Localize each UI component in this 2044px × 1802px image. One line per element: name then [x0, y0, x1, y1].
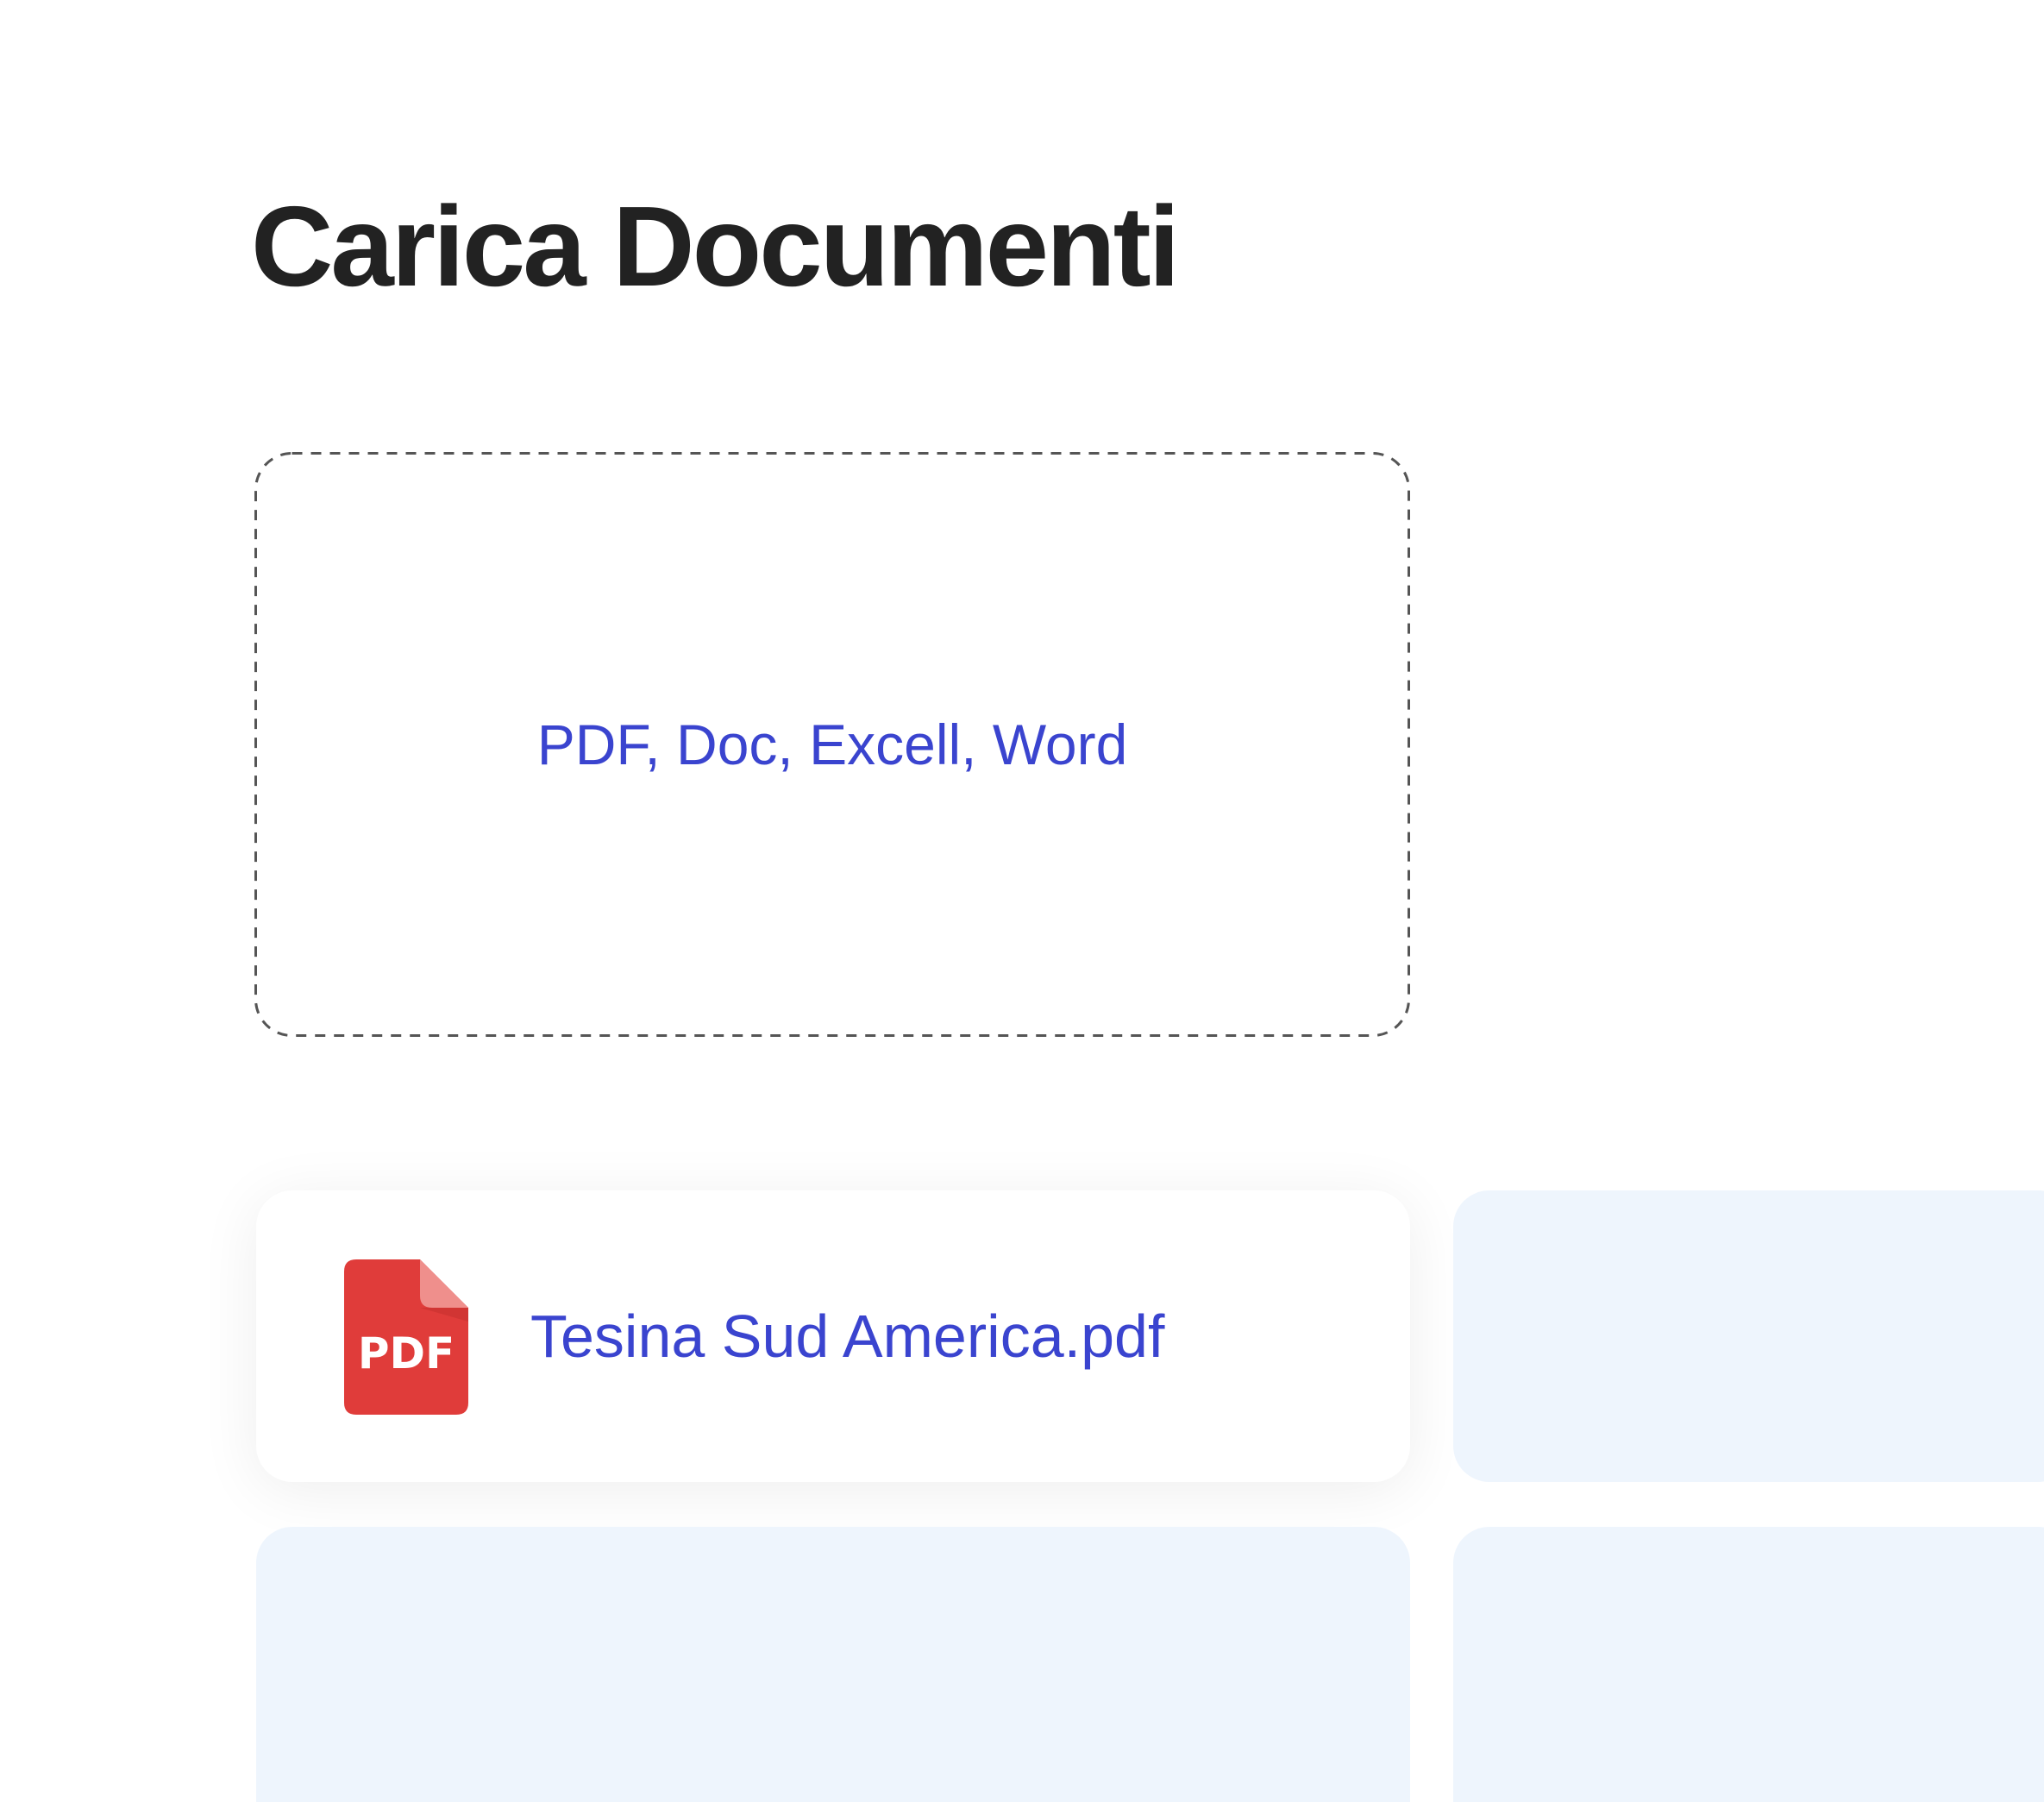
file-card-placeholder	[256, 1527, 1410, 1802]
page-title: Carica Documenti	[251, 183, 1180, 310]
file-name: Tesina Sud America.pdf	[530, 1303, 1165, 1370]
file-card-placeholder	[1453, 1190, 2044, 1482]
file-card-placeholder	[1453, 1527, 2044, 1802]
file-dropzone[interactable]: PDF, Doc, Excell, Word	[254, 452, 1410, 1037]
accepted-file-types: PDF, Doc, Excell, Word	[536, 713, 1128, 776]
pdf-file-icon: PDF	[344, 1259, 468, 1415]
upload-documents-page: Carica Documenti PDF, Doc, Excell, Word …	[0, 0, 2044, 1802]
uploaded-file-card[interactable]: PDF Tesina Sud America.pdf	[256, 1190, 1410, 1482]
svg-text:PDF: PDF	[358, 1328, 455, 1378]
